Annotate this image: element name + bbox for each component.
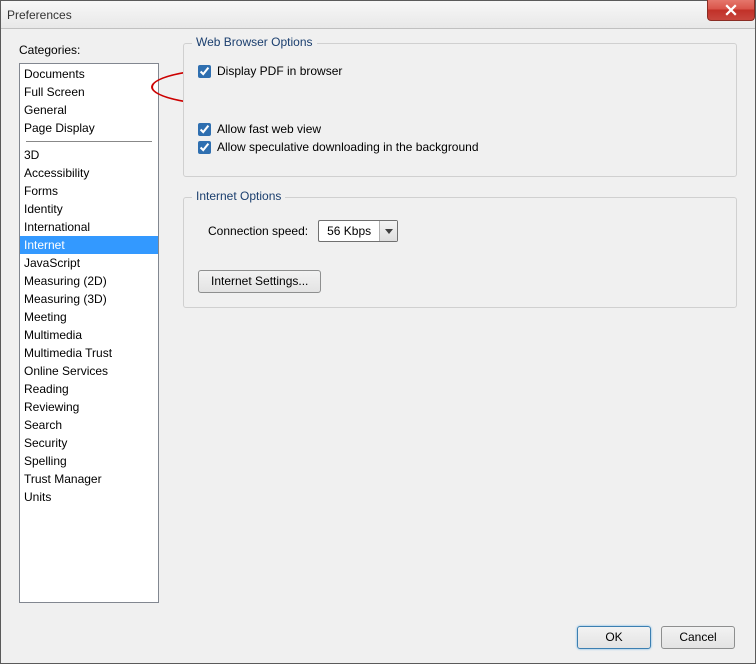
chevron-down-icon	[379, 221, 397, 241]
ok-button[interactable]: OK	[577, 626, 651, 649]
category-item[interactable]: Identity	[20, 200, 158, 218]
internet-settings-button[interactable]: Internet Settings...	[198, 270, 321, 293]
display-pdf-row: Display PDF in browser	[198, 64, 722, 78]
category-item[interactable]: Forms	[20, 182, 158, 200]
spacer	[198, 82, 722, 118]
connection-speed-select[interactable]: 56 Kbps	[318, 220, 398, 242]
web-browser-options-group: Web Browser Options Display PDF in brows…	[183, 43, 737, 177]
fast-web-row: Allow fast web view	[198, 122, 722, 136]
category-item[interactable]: Accessibility	[20, 164, 158, 182]
close-button[interactable]	[707, 0, 755, 21]
category-item[interactable]: 3D	[20, 146, 158, 164]
connection-speed-row: Connection speed: 56 Kbps	[208, 220, 722, 242]
internet-options-group: Internet Options Connection speed: 56 Kb…	[183, 197, 737, 308]
category-item[interactable]: Measuring (3D)	[20, 290, 158, 308]
display-pdf-checkbox[interactable]	[198, 65, 211, 78]
category-item[interactable]: Units	[20, 488, 158, 506]
category-item[interactable]: Documents	[20, 65, 158, 83]
category-item[interactable]: International	[20, 218, 158, 236]
speculative-label[interactable]: Allow speculative downloading in the bac…	[217, 140, 479, 154]
preferences-dialog: Preferences Categories: DocumentsFull Sc…	[0, 0, 756, 664]
category-item[interactable]: Online Services	[20, 362, 158, 380]
category-item[interactable]: Full Screen	[20, 83, 158, 101]
fast-web-label[interactable]: Allow fast web view	[217, 122, 321, 136]
category-item[interactable]: Page Display	[20, 119, 158, 137]
category-item[interactable]: General	[20, 101, 158, 119]
category-item[interactable]: Reviewing	[20, 398, 158, 416]
category-item[interactable]: Multimedia	[20, 326, 158, 344]
speculative-checkbox[interactable]	[198, 141, 211, 154]
category-item[interactable]: Spelling	[20, 452, 158, 470]
category-separator	[26, 141, 152, 142]
titlebar: Preferences	[1, 1, 755, 29]
display-pdf-label[interactable]: Display PDF in browser	[217, 64, 342, 78]
speculative-row: Allow speculative downloading in the bac…	[198, 140, 722, 154]
category-item[interactable]: Trust Manager	[20, 470, 158, 488]
categories-label: Categories:	[19, 43, 159, 57]
categories-listbox[interactable]: DocumentsFull ScreenGeneralPage Display 3…	[19, 63, 159, 603]
category-item[interactable]: JavaScript	[20, 254, 158, 272]
categories-panel: Categories: DocumentsFull ScreenGeneralP…	[19, 43, 159, 605]
category-item[interactable]: Measuring (2D)	[20, 272, 158, 290]
group-title-web: Web Browser Options	[192, 35, 317, 49]
category-item[interactable]: Multimedia Trust	[20, 344, 158, 362]
content-area: Categories: DocumentsFull ScreenGeneralP…	[1, 29, 755, 605]
window-title: Preferences	[7, 8, 72, 22]
connection-speed-label: Connection speed:	[208, 224, 308, 238]
group-title-internet: Internet Options	[192, 189, 285, 203]
dialog-footer: OK Cancel	[577, 626, 735, 649]
category-item[interactable]: Internet	[20, 236, 158, 254]
cancel-button[interactable]: Cancel	[661, 626, 735, 649]
category-item[interactable]: Reading	[20, 380, 158, 398]
close-icon	[725, 4, 737, 16]
fast-web-checkbox[interactable]	[198, 123, 211, 136]
settings-panel: Web Browser Options Display PDF in brows…	[159, 43, 737, 605]
connection-speed-value: 56 Kbps	[319, 224, 379, 238]
category-item[interactable]: Search	[20, 416, 158, 434]
category-item[interactable]: Meeting	[20, 308, 158, 326]
category-item[interactable]: Security	[20, 434, 158, 452]
